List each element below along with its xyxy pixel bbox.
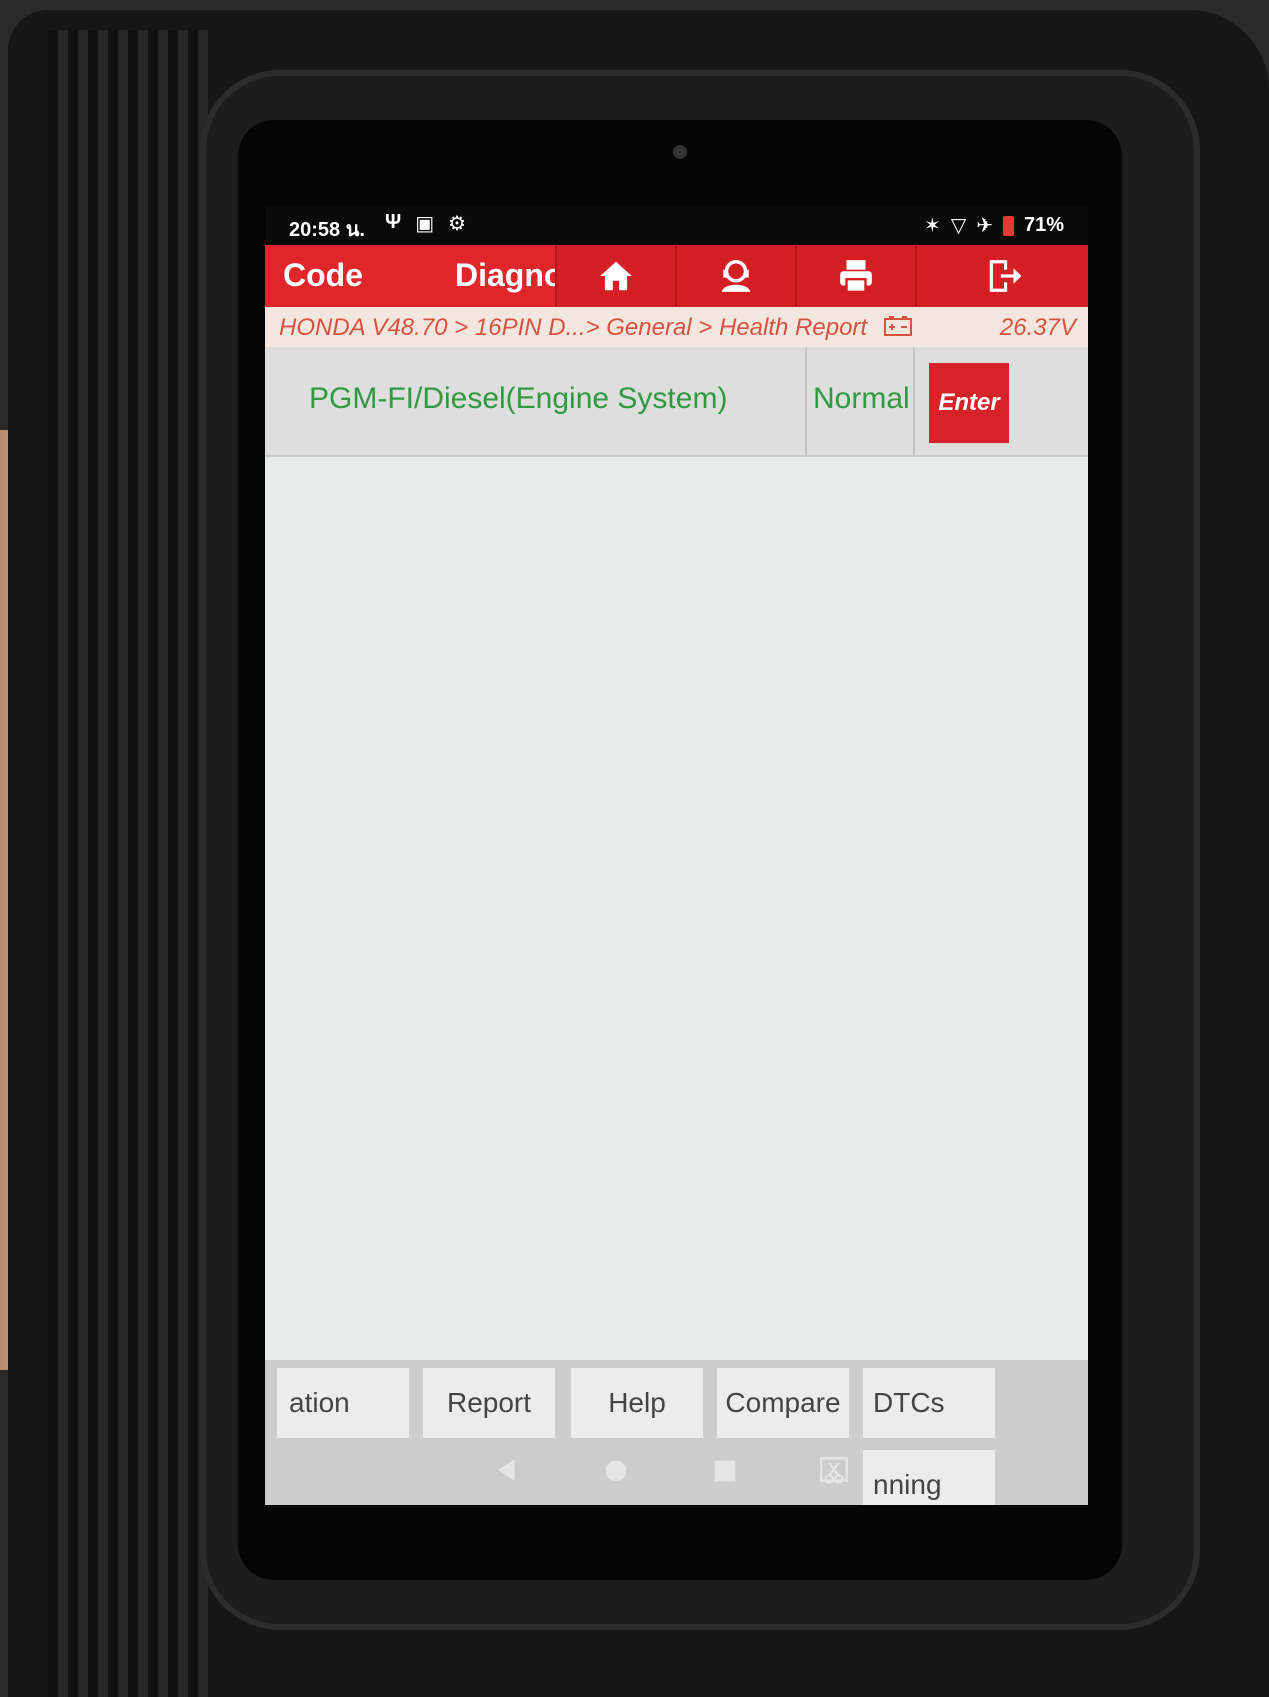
home-icon xyxy=(600,261,632,291)
scanning-button[interactable]: nning xyxy=(863,1450,995,1505)
system-row: PGM-FI/Diesel(Engine System) Normal Ente… xyxy=(265,347,1088,457)
home-nav-icon[interactable] xyxy=(603,1458,629,1484)
battery-level: 71% xyxy=(1023,214,1064,236)
breadcrumb-path: HONDA V48.70 > 16PIN D...> General > Hea… xyxy=(279,314,868,341)
system-status: Normal xyxy=(813,382,910,415)
health-report-list: PGM-FI/Diesel(Engine System) Normal Ente… xyxy=(265,347,1088,1360)
back-nav-icon[interactable] xyxy=(492,1455,522,1485)
battery-voltage: 26.37V xyxy=(999,314,1076,341)
print-button[interactable] xyxy=(795,245,915,307)
support-button[interactable] xyxy=(675,245,795,307)
battery-icon xyxy=(1002,215,1014,236)
clear-dtcs-button[interactable]: DTCs xyxy=(863,1368,995,1438)
report-button[interactable]: Report xyxy=(423,1368,555,1438)
status-time: 20:58 น. xyxy=(289,219,365,241)
settings-badge-icon: ⚙ xyxy=(448,213,467,235)
column-divider xyxy=(913,347,915,455)
app-header: Code Diagnose xyxy=(265,245,1088,307)
support-icon xyxy=(721,260,751,292)
status-icons-right: ✶ ▽ ✈ 71% xyxy=(924,213,1064,238)
column-divider xyxy=(805,347,807,455)
tab-diagnose[interactable]: Diagnose xyxy=(455,257,565,294)
recents-nav-icon[interactable] xyxy=(712,1458,738,1484)
home-button[interactable] xyxy=(555,245,675,307)
print-icon xyxy=(840,260,872,294)
battery-voltage-icon xyxy=(884,316,912,336)
screenshot-nav-icon[interactable] xyxy=(818,1455,850,1487)
bluetooth-icon: ✶ xyxy=(924,215,941,237)
exit-icon xyxy=(989,260,1021,292)
system-name: PGM-FI/Diesel(Engine System) xyxy=(309,382,728,415)
wifi-icon: ▽ xyxy=(950,215,967,237)
compare-button[interactable]: Compare xyxy=(717,1368,849,1438)
diagnostic-icon: Ψ xyxy=(385,211,402,233)
device-grip xyxy=(48,30,208,1697)
enter-button[interactable]: Enter xyxy=(929,363,1009,443)
breadcrumb: HONDA V48.70 > 16PIN D...> General > Hea… xyxy=(265,307,1088,347)
screen: 20:58 น. Ψ ▣ ⚙ ✶ ▽ ✈ 71% Code Diagnose xyxy=(265,205,1088,1505)
airplane-icon: ✈ xyxy=(976,215,993,237)
help-button[interactable]: Help xyxy=(571,1368,703,1438)
status-icons-left: Ψ ▣ ⚙ xyxy=(385,211,466,236)
tab-code[interactable]: Code xyxy=(283,257,363,294)
information-button[interactable]: ation xyxy=(277,1368,409,1438)
bottom-toolbar: ation Report Help Compare DTCs nning xyxy=(265,1360,1088,1505)
image-icon: ▣ xyxy=(415,213,435,235)
status-bar: 20:58 น. Ψ ▣ ⚙ ✶ ▽ ✈ 71% xyxy=(265,205,1088,245)
exit-button[interactable] xyxy=(915,245,1088,307)
front-camera xyxy=(673,145,687,159)
